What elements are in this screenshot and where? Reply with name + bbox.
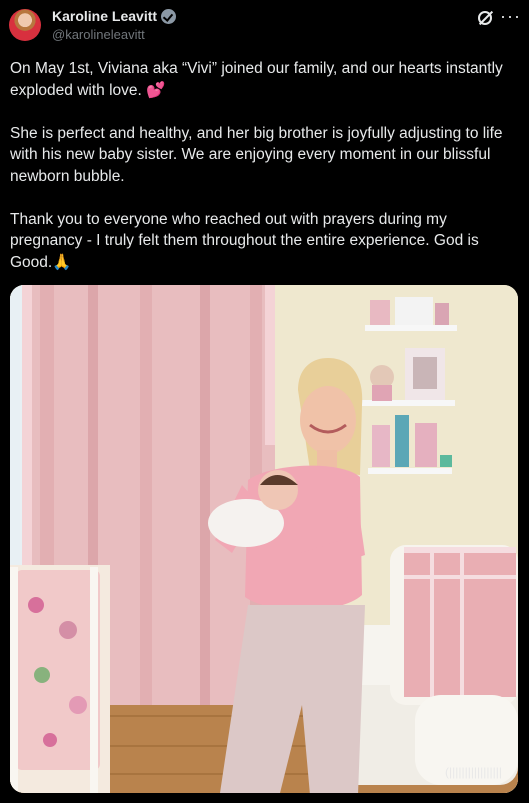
- post-paragraph: On May 1st, Viviana aka “Vivi” joined ou…: [10, 60, 503, 99]
- post-paragraph: She is perfect and healthy, and her big …: [10, 124, 503, 185]
- post-paragraph: Thank you to everyone who reached out wi…: [10, 210, 479, 271]
- avatar[interactable]: [9, 9, 41, 41]
- photo-watermark: (|||||||||||||||||: [445, 765, 502, 779]
- post-header: Karoline Leavitt @karolineleavitt ···: [0, 0, 529, 52]
- author-display-name[interactable]: Karoline Leavitt: [52, 8, 157, 24]
- grok-icon[interactable]: [478, 11, 492, 25]
- more-horizontal-icon[interactable]: ···: [500, 6, 521, 27]
- author-handle[interactable]: @karolineleavitt: [52, 27, 145, 42]
- post-photo[interactable]: (|||||||||||||||||: [10, 285, 518, 793]
- photo-illustration: [10, 285, 518, 793]
- verified-badge-icon: [161, 8, 177, 24]
- author-name-row[interactable]: Karoline Leavitt: [52, 8, 177, 24]
- post-text: On May 1st, Viviana aka “Vivi” joined ou…: [10, 58, 520, 295]
